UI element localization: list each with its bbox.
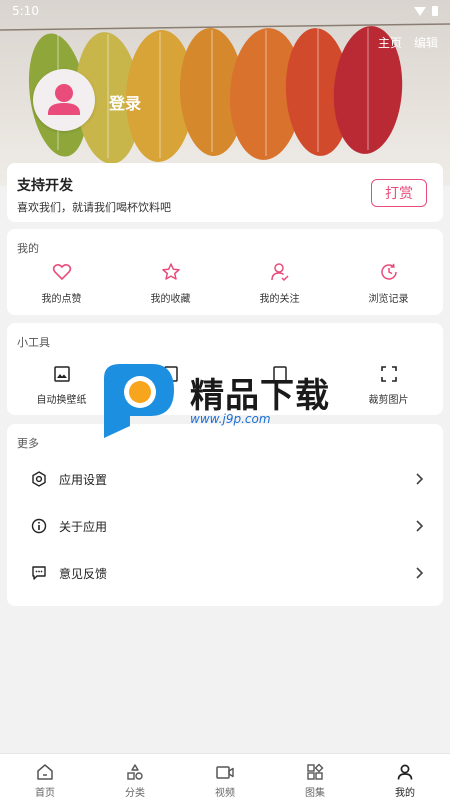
status-bar: 5:10: [0, 0, 450, 22]
chevron-right-icon: [416, 567, 424, 579]
wifi-icon: [414, 6, 426, 16]
mine-favorites[interactable]: 我的收藏: [116, 262, 225, 305]
nav-category[interactable]: 分类: [90, 754, 180, 801]
chevron-right-icon: [416, 473, 424, 485]
nav-profile[interactable]: 我的: [360, 754, 450, 801]
about-row[interactable]: 关于应用: [7, 506, 443, 546]
edit-link[interactable]: 编辑: [414, 34, 438, 51]
feedback-row[interactable]: 意见反馈: [7, 553, 443, 593]
watermark-url: www.j9p.com: [190, 412, 271, 426]
support-subtitle: 喜欢我们，就请我们喝杯饮料吧: [17, 201, 171, 214]
support-title: 支持开发: [17, 178, 73, 194]
battery-icon: [432, 6, 438, 16]
category-icon: [127, 764, 143, 780]
support-card: 支持开发 喜欢我们，就请我们喝杯饮料吧 打赏: [7, 163, 443, 222]
feedback-icon: [32, 566, 46, 580]
login-button[interactable]: 登录: [109, 90, 141, 114]
info-icon: [31, 518, 47, 534]
section-label-mine: 我的: [17, 242, 39, 255]
more-section: 更多 应用设置 关于应用 意见反馈: [7, 424, 443, 606]
mine-section: 我的 我的点赞 我的收藏 我的关注 浏览记录: [7, 229, 443, 315]
header-actions: 主页 编辑: [378, 34, 438, 51]
tool-crop-image[interactable]: 裁剪图片: [334, 365, 443, 406]
status-time: 5:10: [12, 4, 39, 18]
reward-button[interactable]: 打赏: [371, 179, 427, 207]
nav-home[interactable]: 首页: [0, 754, 90, 801]
section-label-tools: 小工具: [17, 336, 50, 349]
nav-video[interactable]: 视频: [180, 754, 270, 801]
watermark-logo-icon: [104, 364, 174, 438]
mine-likes[interactable]: 我的点赞: [7, 262, 116, 305]
crop-icon: [380, 366, 397, 382]
home-link[interactable]: 主页: [378, 34, 402, 51]
user-avatar-icon: [48, 84, 80, 115]
home-icon: [37, 764, 53, 780]
mine-following[interactable]: 我的关注: [225, 262, 334, 305]
section-label-more: 更多: [17, 437, 39, 450]
auto-wallpaper-icon: [53, 366, 70, 382]
settings-row[interactable]: 应用设置: [7, 459, 443, 499]
heart-icon: [52, 263, 71, 281]
history-icon: [380, 263, 397, 280]
chevron-right-icon: [416, 520, 424, 532]
star-icon: [161, 263, 180, 280]
settings-icon: [32, 471, 46, 487]
nav-gallery[interactable]: 图集: [270, 754, 360, 801]
follow-user-icon: [270, 263, 289, 282]
bottom-nav: 首页 分类 视频 图集 我的: [0, 753, 450, 801]
watermark-text: 精品下载: [190, 376, 330, 416]
gallery-icon: [307, 763, 324, 780]
watermark: 精品下载 www.j9p.com: [100, 360, 350, 440]
avatar[interactable]: [33, 69, 95, 131]
profile-icon: [397, 764, 413, 780]
mine-history[interactable]: 浏览记录: [334, 262, 443, 305]
video-icon: [216, 766, 234, 779]
